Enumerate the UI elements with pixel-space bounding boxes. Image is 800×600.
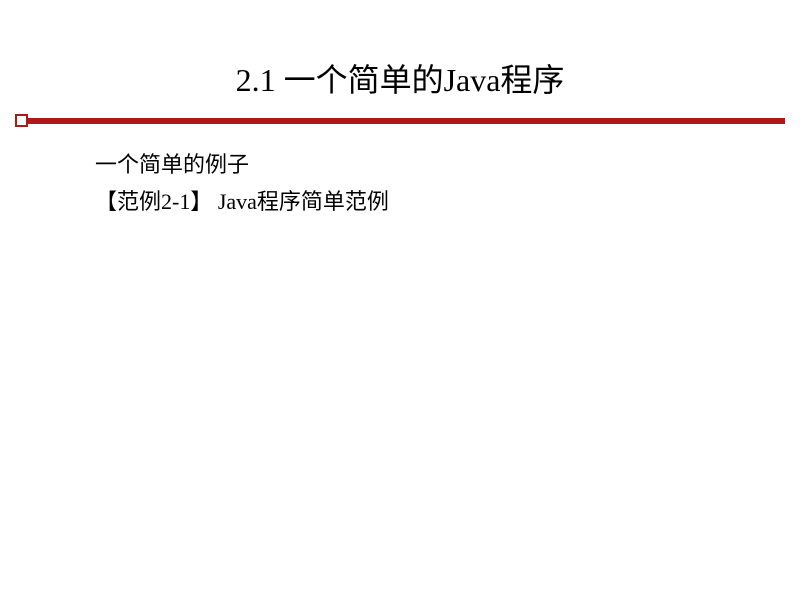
content-area: 一个简单的例子 【范例2-1】 Java程序简单范例 [0, 147, 800, 219]
divider-line [28, 118, 785, 124]
divider-square-icon [15, 114, 28, 127]
divider [0, 114, 800, 127]
slide-container: 2.1 一个简单的Java程序 一个简单的例子 【范例2-1】 Java程序简单… [0, 0, 800, 600]
slide-title: 2.1 一个简单的Java程序 [0, 55, 800, 109]
title-container: 2.1 一个简单的Java程序 [0, 55, 800, 109]
body-line-2: 【范例2-1】 Java程序简单范例 [95, 184, 800, 219]
body-line-1: 一个简单的例子 [95, 147, 800, 182]
